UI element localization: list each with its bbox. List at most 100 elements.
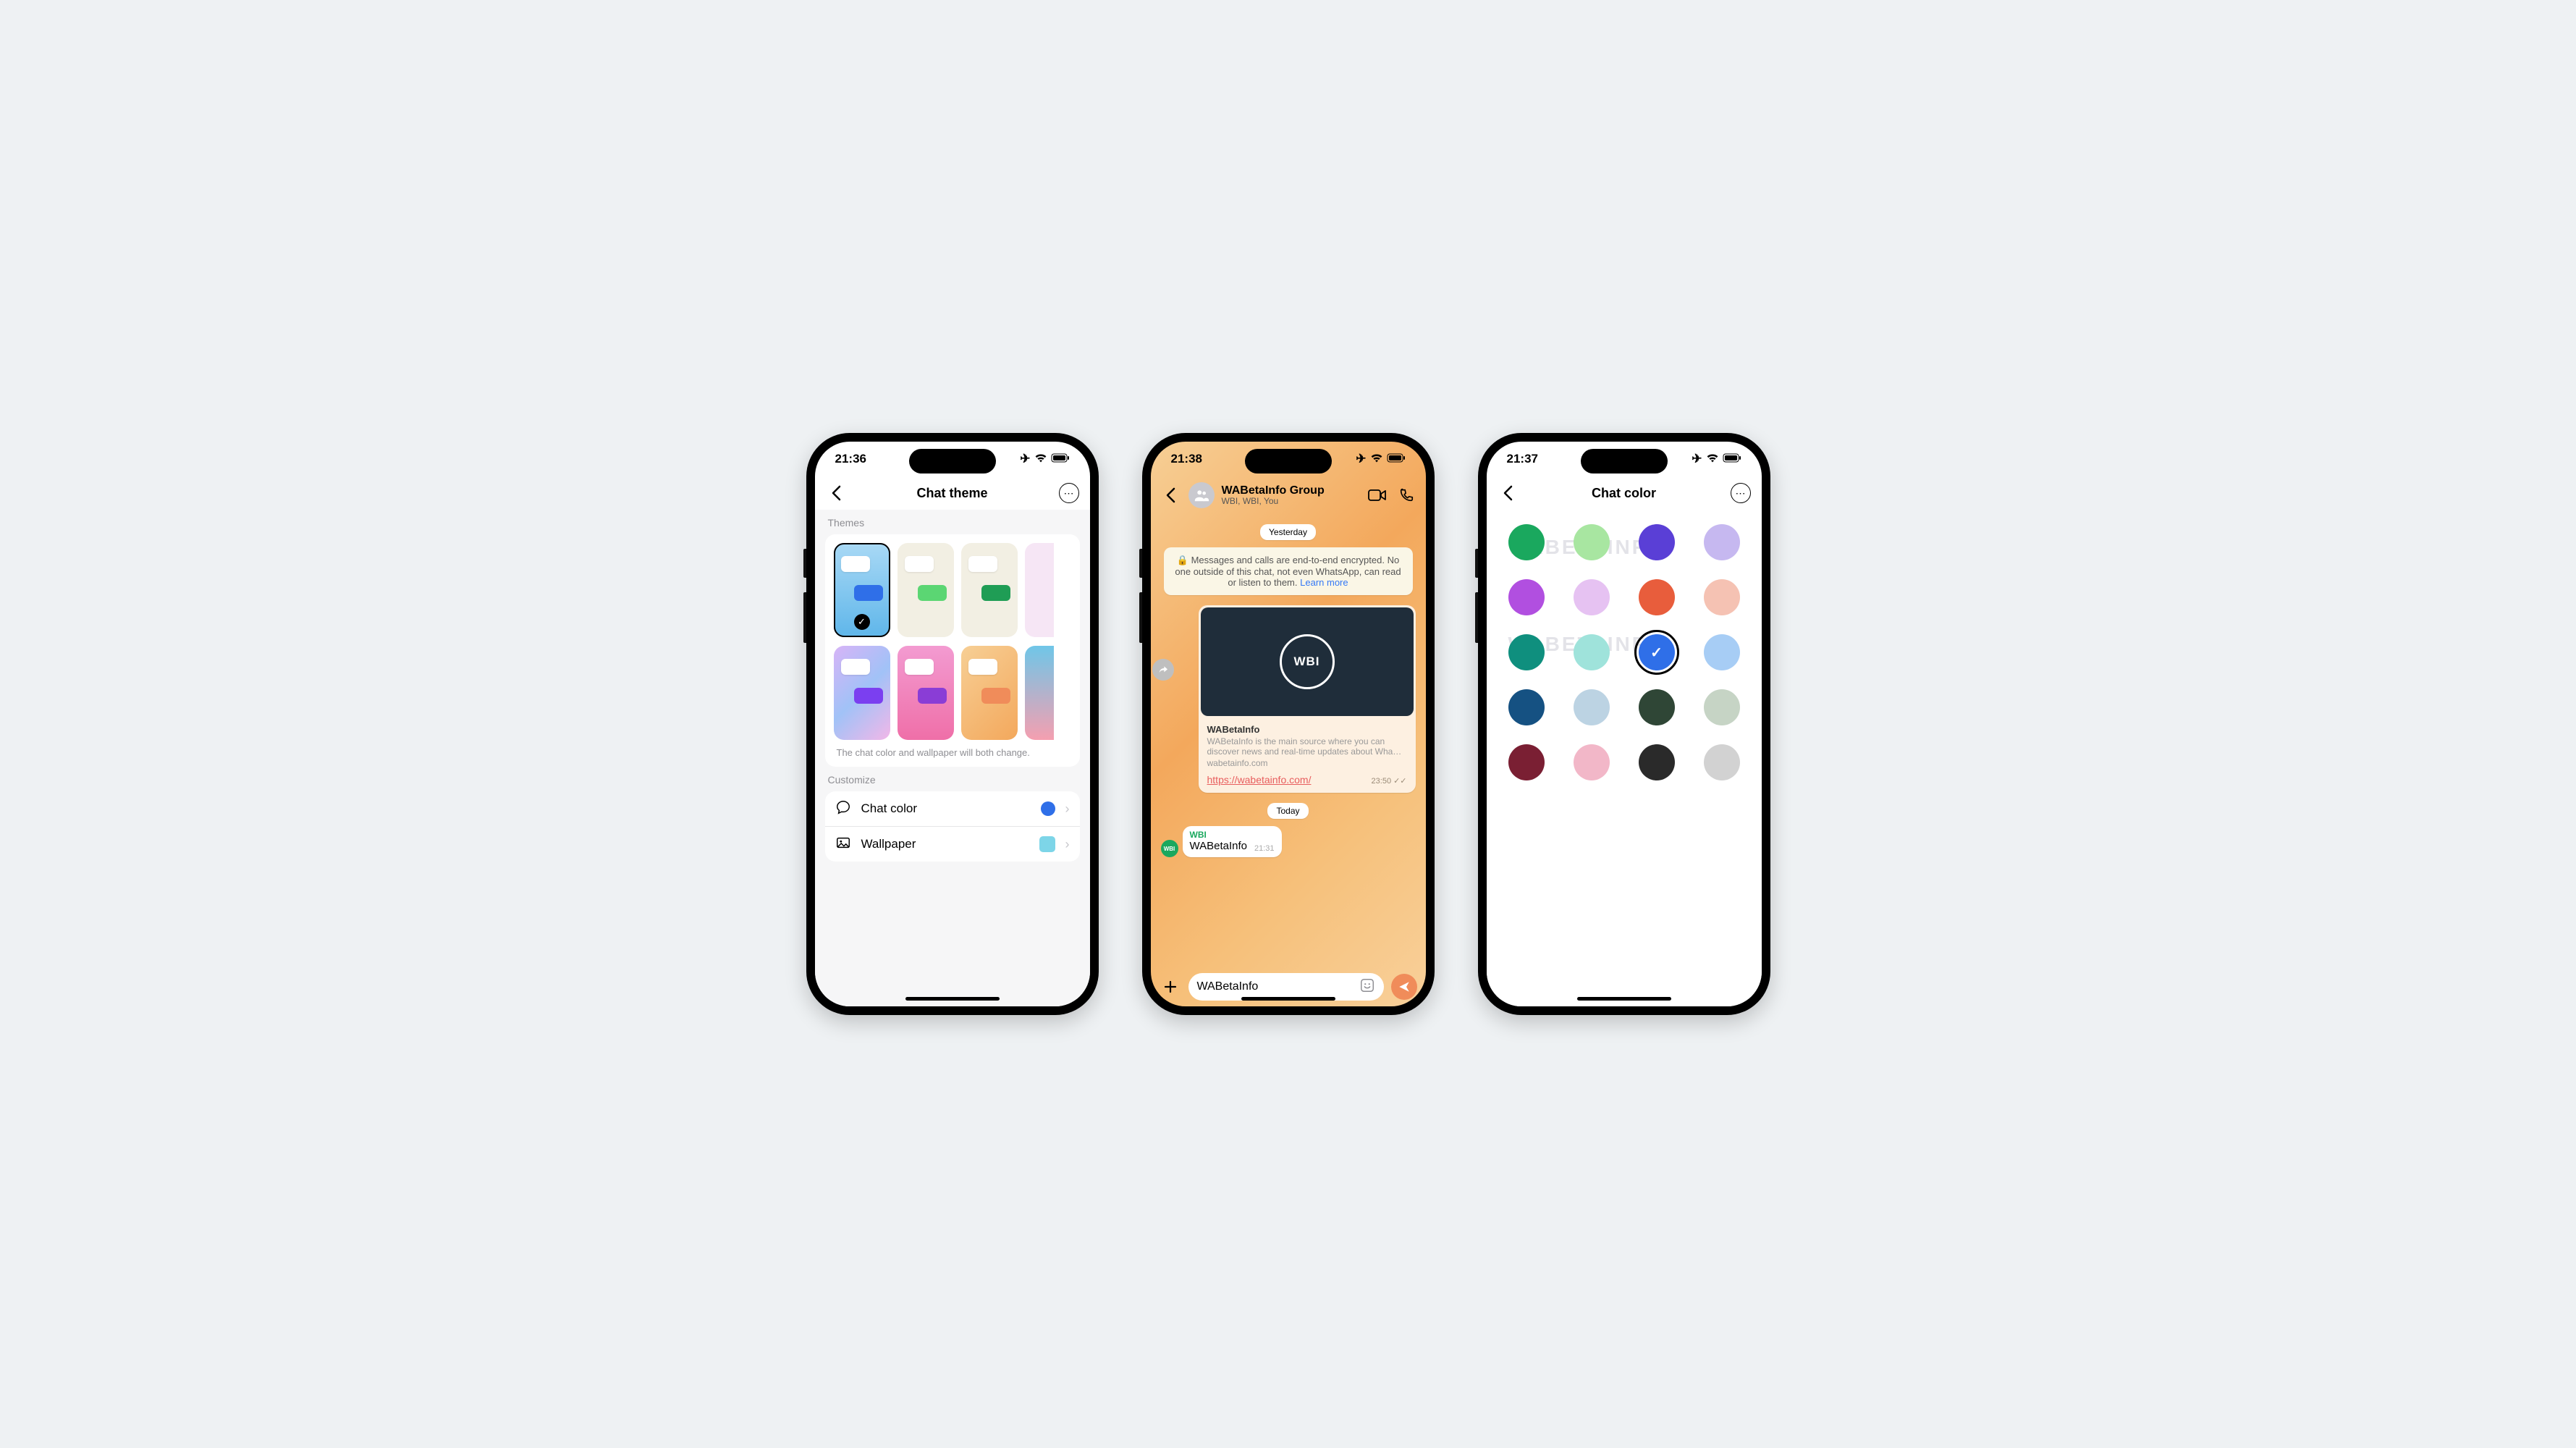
color-swatch[interactable] — [1574, 689, 1610, 725]
link-description: WABetaInfo is the main source where you … — [1207, 736, 1407, 757]
color-swatch[interactable] — [1704, 689, 1740, 725]
theme-tile[interactable] — [898, 543, 954, 637]
color-swatch[interactable] — [1574, 744, 1610, 780]
group-avatar[interactable] — [1188, 482, 1215, 508]
wifi-icon — [1706, 452, 1719, 466]
home-indicator — [1241, 997, 1335, 1001]
date-separator: Today — [1267, 803, 1308, 819]
color-swatch[interactable] — [1508, 689, 1545, 725]
send-button[interactable] — [1391, 974, 1417, 1000]
chevron-right-icon: › — [1065, 837, 1070, 852]
color-swatch[interactable] — [1704, 579, 1740, 615]
battery-icon — [1387, 452, 1406, 466]
chat-title-block[interactable]: WABetaInfo Group WBI, WBI, You — [1222, 484, 1325, 507]
status-icons: ✈︎ — [1692, 452, 1741, 466]
color-swatch[interactable] — [1574, 579, 1610, 615]
chat-bubble-icon — [835, 799, 851, 819]
back-button[interactable] — [825, 482, 847, 504]
nav-bar: Chat theme ⋯ — [815, 476, 1090, 510]
color-swatch[interactable] — [1639, 689, 1675, 725]
airplane-icon: ✈︎ — [1020, 452, 1030, 466]
phone-chat-color: 21:37 ✈︎ Chat color ⋯ WABETAINFO WABETAI… — [1478, 433, 1770, 1015]
section-customize-label: Customize — [828, 774, 1077, 786]
color-swatch[interactable] — [1639, 744, 1675, 780]
row-chat-color[interactable]: Chat color › — [825, 791, 1080, 826]
voice-call-button[interactable] — [1395, 484, 1417, 506]
clock: 21:36 — [835, 452, 866, 466]
check-icon: ✓ — [854, 614, 870, 630]
message-time: 23:50 — [1372, 777, 1392, 786]
color-swatch[interactable] — [1639, 634, 1675, 670]
color-swatch[interactable] — [1704, 524, 1740, 560]
wbi-logo: WBI — [1280, 634, 1335, 689]
theme-tile[interactable] — [898, 646, 954, 740]
chevron-right-icon: › — [1065, 801, 1070, 817]
back-button[interactable] — [1160, 484, 1181, 506]
wifi-icon — [1034, 452, 1047, 466]
color-swatch[interactable] — [1639, 579, 1675, 615]
themes-card: WABETAINFO WABETAINFO ✓ The chat color a… — [825, 534, 1080, 767]
theme-tile[interactable] — [961, 543, 1018, 637]
forward-badge-icon[interactable] — [1152, 659, 1174, 681]
wallpaper-thumb — [1039, 836, 1055, 852]
group-name: WABetaInfo Group — [1222, 484, 1325, 497]
color-swatch[interactable] — [1704, 744, 1740, 780]
airplane-icon: ✈︎ — [1356, 452, 1366, 466]
lock-icon: 🔒 — [1177, 555, 1188, 565]
clock: 21:38 — [1171, 452, 1202, 466]
color-swatch[interactable] — [1639, 524, 1675, 560]
color-swatch[interactable] — [1508, 524, 1545, 560]
color-swatch[interactable] — [1508, 634, 1545, 670]
sender-avatar[interactable]: WBI — [1161, 840, 1178, 857]
more-button[interactable]: ⋯ — [1730, 482, 1752, 504]
outgoing-link-message[interactable]: WBI WABetaInfo WABetaInfo is the main so… — [1199, 605, 1416, 793]
image-icon — [835, 835, 851, 854]
video-call-button[interactable] — [1367, 484, 1388, 506]
link-domain: wabetainfo.com — [1207, 758, 1407, 768]
wifi-icon — [1370, 452, 1383, 466]
clock: 21:37 — [1507, 452, 1538, 466]
back-button[interactable] — [1497, 482, 1519, 504]
message-input-value: WABetaInfo — [1197, 980, 1259, 993]
theme-tile[interactable] — [1025, 543, 1054, 637]
message-time: 21:31 — [1254, 844, 1275, 853]
row-chat-color-label: Chat color — [861, 801, 1031, 816]
battery-icon — [1051, 452, 1070, 466]
message-text: WABetaInfo — [1190, 840, 1247, 852]
link-url[interactable]: https://wabetainfo.com/ — [1207, 774, 1312, 786]
themes-footnote: The chat color and wallpaper will both c… — [837, 747, 1068, 758]
row-wallpaper[interactable]: Wallpaper › — [825, 826, 1080, 862]
link-thumbnail: WBI — [1201, 607, 1414, 716]
color-swatch[interactable] — [1574, 634, 1610, 670]
sender-name: WBI — [1190, 830, 1247, 840]
color-swatch[interactable] — [1704, 634, 1740, 670]
color-swatch[interactable] — [1508, 744, 1545, 780]
color-swatch[interactable] — [1508, 579, 1545, 615]
dynamic-island — [909, 449, 996, 473]
attach-button[interactable] — [1160, 976, 1181, 998]
sticker-icon[interactable] — [1359, 977, 1375, 997]
read-receipt-icon: ✓✓ — [1393, 776, 1406, 786]
color-swatch[interactable] — [1574, 524, 1610, 560]
nav-bar: Chat color ⋯ — [1487, 476, 1762, 510]
status-icons: ✈︎ — [1020, 452, 1069, 466]
row-wallpaper-label: Wallpaper — [861, 837, 1029, 851]
airplane-icon: ✈︎ — [1692, 452, 1702, 466]
chat-header: WABetaInfo Group WBI, WBI, You — [1151, 476, 1426, 514]
chat-body[interactable]: Yesterday 🔒 Messages and calls are end-t… — [1151, 514, 1426, 967]
home-indicator — [905, 997, 1000, 1001]
phone-chat: 21:38 ✈︎ WABetaInfo Group WBI, WBI, You — [1142, 433, 1435, 1015]
theme-tile[interactable] — [1025, 646, 1054, 740]
theme-tile[interactable] — [834, 646, 890, 740]
phone-chat-theme: 21:36 ✈︎ Chat theme ⋯ Themes WABETAINFO — [806, 433, 1099, 1015]
group-subtitle: WBI, WBI, You — [1222, 497, 1325, 506]
encryption-learn-more[interactable]: Learn more — [1300, 577, 1348, 588]
encryption-notice[interactable]: 🔒 Messages and calls are end-to-end encr… — [1164, 547, 1413, 595]
incoming-message[interactable]: WBI WABetaInfo 21:31 — [1183, 826, 1282, 857]
more-button[interactable]: ⋯ — [1058, 482, 1080, 504]
page-title: Chat color — [1487, 486, 1762, 501]
theme-tile[interactable]: ✓ — [834, 543, 890, 637]
battery-icon — [1723, 452, 1741, 466]
theme-tile[interactable] — [961, 646, 1018, 740]
customize-list: Chat color › Wallpaper › — [825, 791, 1080, 862]
